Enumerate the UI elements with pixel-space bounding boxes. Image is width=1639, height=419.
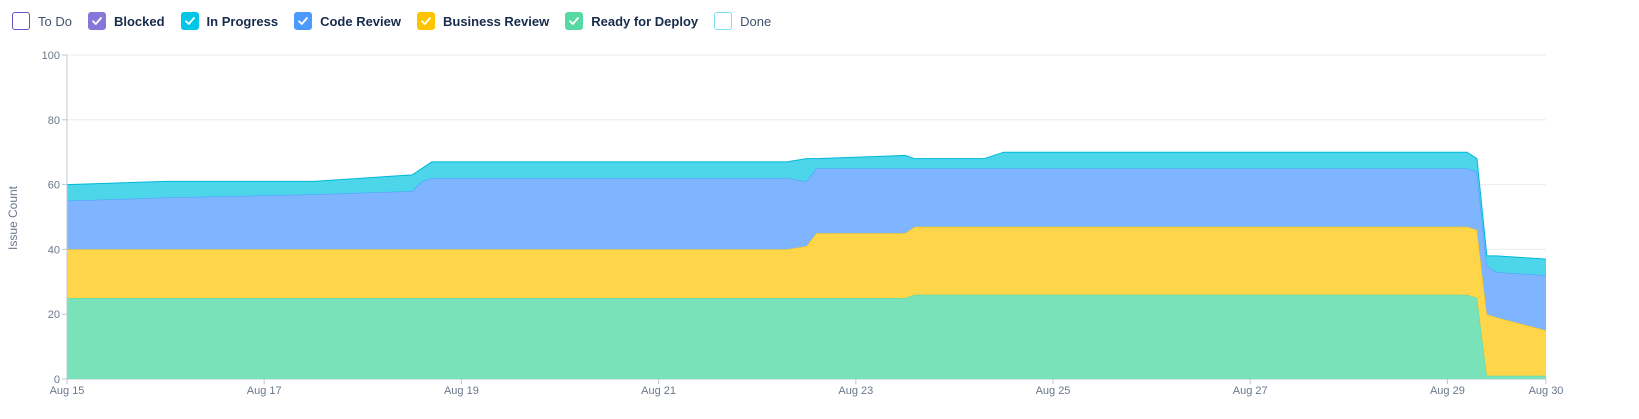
x-tick-label: Aug 21 xyxy=(641,385,676,397)
y-axis-title: Issue Count xyxy=(6,185,20,250)
x-tick-label: Aug 23 xyxy=(838,385,873,397)
x-tick-label: Aug 27 xyxy=(1233,385,1268,397)
x-tick-label: Aug 19 xyxy=(444,385,479,397)
y-tick-label: 40 xyxy=(48,244,60,256)
x-tick-label: Aug 30 xyxy=(1529,385,1564,397)
y-tick-label: 60 xyxy=(48,180,60,192)
area-ready-for-deploy xyxy=(67,294,1546,379)
series-areas xyxy=(66,151,1547,379)
x-tick-label: Aug 17 xyxy=(247,385,282,397)
x-tick-label: Aug 25 xyxy=(1036,385,1071,397)
y-tick-label: 100 xyxy=(42,50,60,62)
x-tick-label: Aug 15 xyxy=(50,385,85,397)
y-tick-label: 80 xyxy=(48,115,60,127)
x-tick-label: Aug 29 xyxy=(1430,385,1465,397)
cumulative-flow-chart: 020406080100Aug 15 Aug 17 Aug 19 Aug 21 Aug … xyxy=(6,50,1564,397)
y-tick-label: 20 xyxy=(48,309,60,321)
